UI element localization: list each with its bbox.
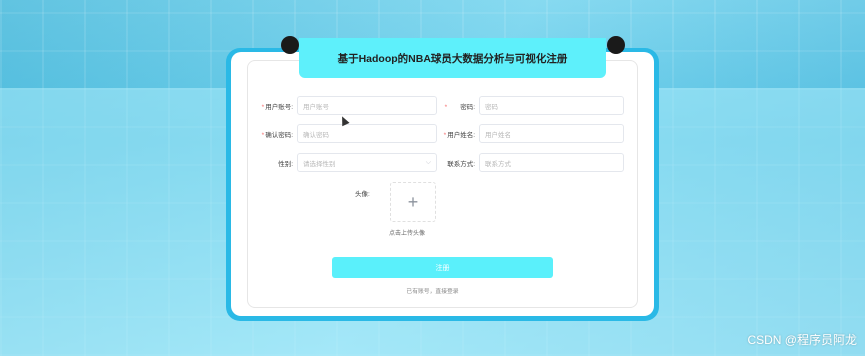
password-label: * 密码:: [441, 101, 479, 111]
name-label-text: 用户姓名:: [447, 131, 475, 139]
name-input[interactable]: 用户姓名: [479, 124, 624, 143]
gender-select[interactable]: 请选择性别 ⌵: [297, 153, 437, 172]
gender-label: 性别:: [278, 160, 293, 168]
login-link: 已有账号，直接登录: [0, 286, 865, 295]
required-mark: *: [443, 131, 447, 139]
required-mark: *: [444, 103, 448, 111]
password-label-text: 密码:: [460, 103, 475, 111]
account-label: *用户账号:: [259, 101, 297, 111]
confirm-password-label-text: 确认密码:: [265, 131, 293, 139]
pin-right-icon: [607, 36, 625, 54]
avatar-upload-hint: 点击上传头像: [389, 231, 426, 237]
avatar-label: 头像:: [355, 191, 370, 198]
account-input[interactable]: 用户账号: [297, 96, 437, 115]
name-row: *用户姓名: 用户姓名: [441, 124, 624, 143]
contact-input[interactable]: 联系方式: [479, 153, 624, 172]
name-label: *用户姓名:: [441, 129, 479, 139]
pin-left-icon: [281, 36, 299, 54]
confirm-password-label: *确认密码:: [259, 129, 297, 139]
gender-row: 性别: 请选择性别 ⌵: [259, 153, 437, 172]
password-input[interactable]: 密码: [479, 96, 624, 115]
confirm-password-row: *确认密码: 确认密码: [259, 124, 437, 143]
required-mark: *: [261, 131, 265, 139]
contact-row: 联系方式: 联系方式: [441, 153, 624, 172]
login-link-text[interactable]: 已有账号，直接登录: [406, 289, 458, 295]
required-mark: *: [261, 103, 265, 111]
watermark: CSDN @程序员阿龙: [747, 333, 857, 347]
account-label-text: 用户账号:: [265, 103, 293, 111]
confirm-password-input[interactable]: 确认密码: [297, 124, 437, 143]
plus-icon: +: [407, 191, 419, 212]
password-row: * 密码: 密码: [441, 96, 624, 115]
chevron-down-icon: ⌵: [425, 158, 431, 166]
contact-label: 联系方式:: [447, 160, 475, 168]
account-row: *用户账号: 用户账号: [259, 96, 437, 115]
gender-select-placeholder: 请选择性别: [303, 160, 336, 168]
page-title: 基于Hadoop的NBA球员大数据分析与可视化注册: [299, 38, 606, 78]
avatar-upload[interactable]: +: [390, 182, 436, 222]
register-button[interactable]: 注册: [332, 257, 553, 278]
